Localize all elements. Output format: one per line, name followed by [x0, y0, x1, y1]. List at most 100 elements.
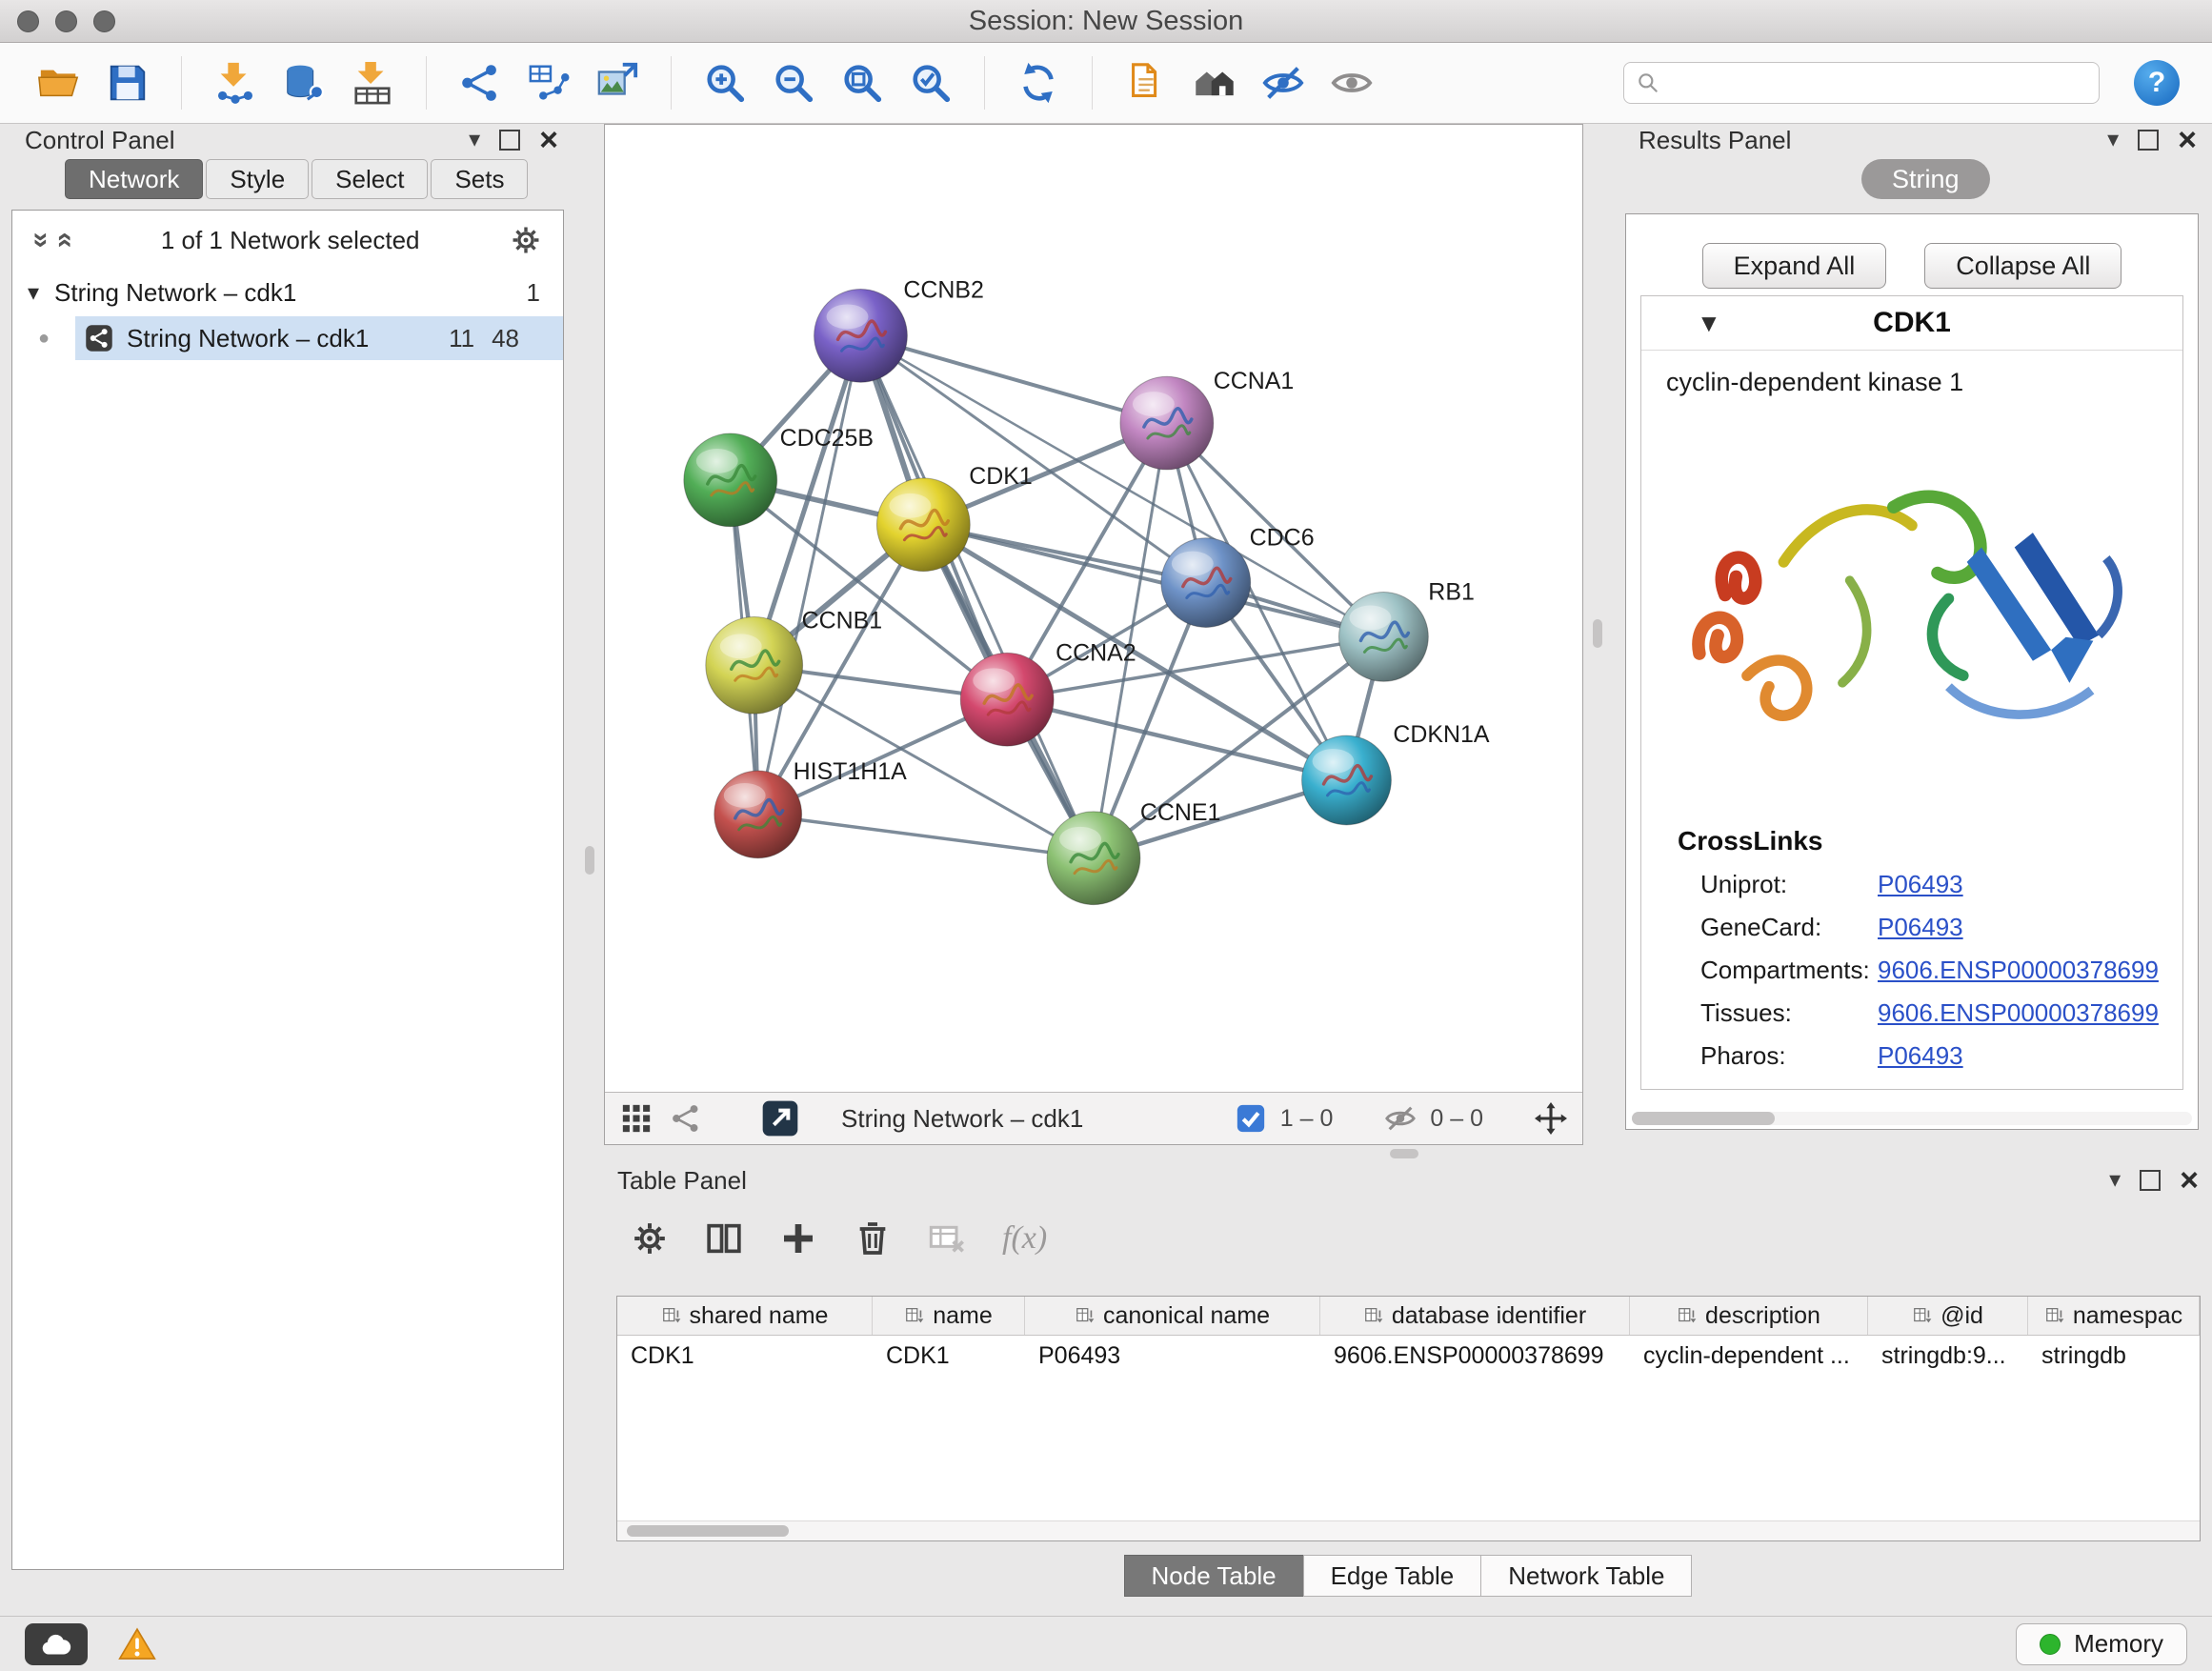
new-network-button[interactable]	[450, 52, 511, 113]
apply-layout-button[interactable]	[1008, 52, 1069, 113]
panel-menu-icon[interactable]: ▾	[2107, 129, 2119, 151]
function-builder-button[interactable]: f(x)	[1002, 1220, 1047, 1257]
network-overview-icon[interactable]	[670, 1102, 702, 1135]
table-settings-gear-icon[interactable]	[631, 1219, 669, 1258]
open-session-button[interactable]	[29, 52, 90, 113]
network-node-CDKN1A[interactable]	[1302, 735, 1392, 825]
results-scrollbar-thumb[interactable]	[1632, 1112, 1775, 1125]
network-node-CCNB2[interactable]	[814, 289, 908, 382]
float-panel-icon[interactable]	[499, 130, 520, 151]
network-node-CCNE1[interactable]	[1047, 812, 1140, 905]
tab-select[interactable]: Select	[312, 159, 428, 199]
crosslink-link[interactable]: P06493	[1878, 870, 1963, 899]
network-edge[interactable]	[860, 335, 1166, 423]
zoom-out-button[interactable]	[763, 52, 824, 113]
column-header[interactable]: description	[1630, 1297, 1868, 1335]
close-panel-icon[interactable]: ×	[2178, 124, 2197, 156]
panel-menu-icon[interactable]: ▾	[469, 129, 480, 151]
expand-all-icon[interactable]: »	[47, 232, 79, 249]
help-button[interactable]: ?	[2134, 60, 2180, 106]
network-node-CCNB1[interactable]	[706, 616, 803, 714]
add-column-icon[interactable]	[779, 1219, 817, 1258]
network-options-button[interactable]	[510, 224, 542, 256]
column-header[interactable]: @id	[1868, 1297, 2028, 1335]
delete-column-icon[interactable]	[854, 1219, 892, 1258]
zoom-selected-button[interactable]	[900, 52, 961, 113]
selected-network-row[interactable]: String Network – cdk1 11 48	[75, 316, 563, 360]
maximize-window-button[interactable]	[93, 10, 115, 32]
table-cell[interactable]: cyclin-dependent ...	[1630, 1342, 1868, 1370]
network-node-CCNA1[interactable]	[1120, 376, 1214, 470]
warnings-button[interactable]	[111, 1623, 164, 1665]
import-network-file-button[interactable]	[205, 52, 266, 113]
table-cell[interactable]: CDK1	[873, 1342, 1025, 1370]
import-table-button[interactable]	[342, 52, 403, 113]
network-node-CDK1[interactable]	[876, 478, 970, 572]
results-scrollbar[interactable]	[1632, 1112, 2192, 1125]
tab-node-table[interactable]: Node Table	[1124, 1555, 1304, 1597]
network-edge[interactable]	[923, 525, 1383, 637]
save-session-button[interactable]	[97, 52, 158, 113]
crosslink-link[interactable]: P06493	[1878, 1041, 1963, 1071]
hidden-eye-slash-icon[interactable]	[1384, 1102, 1417, 1135]
memory-button[interactable]: Memory	[2016, 1623, 2187, 1665]
tab-sets[interactable]: Sets	[431, 159, 528, 199]
table-horizontal-scrollbar[interactable]	[617, 1520, 2200, 1540]
table-cell[interactable]: P06493	[1025, 1342, 1320, 1370]
column-header[interactable]: canonical name	[1025, 1297, 1320, 1335]
table-cell[interactable]: CDK1	[617, 1342, 873, 1370]
first-neighbors-button[interactable]	[1184, 52, 1245, 113]
close-panel-icon[interactable]: ×	[539, 124, 558, 156]
cloud-button[interactable]	[25, 1623, 88, 1665]
close-window-button[interactable]	[17, 10, 39, 32]
bottom-splitter-handle[interactable]	[1390, 1149, 1418, 1158]
minimize-window-button[interactable]	[55, 10, 77, 32]
float-panel-icon[interactable]	[2138, 130, 2159, 151]
close-panel-icon[interactable]: ×	[2180, 1164, 2199, 1197]
network-node-CDC6[interactable]	[1161, 538, 1251, 628]
export-image-button[interactable]	[587, 52, 648, 113]
network-canvas[interactable]: CCNB2CCNA1CDC25BCDK1CDC6RB1CCNB1CCNA2CDK…	[605, 125, 1582, 1092]
tab-edge-table[interactable]: Edge Table	[1303, 1555, 1482, 1597]
tab-network[interactable]: Network	[65, 159, 203, 199]
left-splitter-handle[interactable]	[585, 846, 594, 875]
network-node-CDC25B[interactable]	[684, 433, 777, 527]
open-document-button[interactable]	[1116, 52, 1176, 113]
detach-view-icon[interactable]	[761, 1099, 799, 1137]
scrollbar-thumb[interactable]	[627, 1525, 789, 1537]
table-row[interactable]: CDK1CDK1P064939606.ENSP00000378699cyclin…	[617, 1336, 2200, 1376]
gene-card-header[interactable]: ▼ CDK1	[1641, 296, 2182, 351]
tab-style[interactable]: Style	[206, 159, 309, 199]
network-edge[interactable]	[758, 335, 861, 815]
zoom-fit-button[interactable]	[832, 52, 893, 113]
disclosure-triangle-icon[interactable]: ▾	[12, 279, 54, 307]
import-network-database-button[interactable]	[273, 52, 334, 113]
column-header[interactable]: namespac	[2028, 1297, 2200, 1335]
zoom-in-button[interactable]	[694, 52, 755, 113]
grid-view-icon[interactable]	[620, 1102, 653, 1135]
show-all-button[interactable]	[1321, 52, 1382, 113]
table-cell[interactable]: stringdb	[2028, 1342, 2200, 1370]
column-header[interactable]: name	[873, 1297, 1025, 1335]
panel-menu-icon[interactable]: ▾	[2109, 1169, 2121, 1192]
table-cell[interactable]: 9606.ENSP00000378699	[1320, 1342, 1630, 1370]
network-row[interactable]: ● String Network – cdk1 11 48	[12, 315, 563, 361]
crosslink-link[interactable]: 9606.ENSP00000378699	[1878, 998, 2159, 1028]
float-panel-icon[interactable]	[2140, 1170, 2161, 1191]
crosslink-link[interactable]: 9606.ENSP00000378699	[1878, 956, 2159, 985]
tab-network-table[interactable]: Network Table	[1480, 1555, 1692, 1597]
column-header[interactable]: database identifier	[1320, 1297, 1630, 1335]
crosslink-link[interactable]: P06493	[1878, 913, 1963, 942]
expand-all-button[interactable]: Expand All	[1702, 243, 1887, 289]
table-cell[interactable]: stringdb:9...	[1868, 1342, 2028, 1370]
column-header[interactable]: shared name	[617, 1297, 873, 1335]
collapse-card-icon[interactable]: ▼	[1697, 309, 1721, 338]
new-network-from-table-button[interactable]	[518, 52, 579, 113]
network-node-RB1[interactable]	[1338, 593, 1428, 682]
network-node-CCNA2[interactable]	[960, 653, 1054, 746]
right-splitter-handle[interactable]	[1593, 619, 1602, 648]
pan-move-icon[interactable]	[1535, 1102, 1567, 1135]
network-node-HIST1H1A[interactable]	[714, 771, 802, 858]
search-input[interactable]	[1670, 68, 2087, 99]
selected-checkbox-icon[interactable]	[1235, 1102, 1267, 1135]
